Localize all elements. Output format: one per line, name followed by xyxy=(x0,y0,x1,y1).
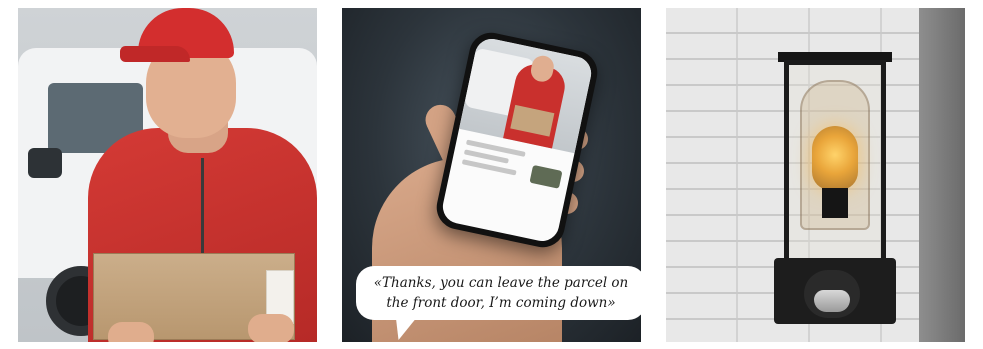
cap-bill xyxy=(120,46,190,62)
sensor-lens xyxy=(814,290,850,312)
ui-text-line xyxy=(461,159,517,176)
speech-line-1: «Thanks, you can leave the parcel on xyxy=(373,275,629,291)
ui-thumbnail xyxy=(529,164,563,189)
jacket-zipper xyxy=(201,158,204,268)
wall-lamp-photo xyxy=(666,8,965,342)
smartphone xyxy=(432,28,602,252)
light-bulb-icon xyxy=(812,126,858,190)
video-call-feed xyxy=(459,35,595,154)
delivery-person-photo xyxy=(18,8,317,342)
left-hand xyxy=(108,322,154,342)
smartphone-photo: «Thanks, you can leave the parcel on the… xyxy=(342,8,641,342)
van-mirror xyxy=(28,148,62,178)
right-hand xyxy=(248,314,294,342)
speech-bubble: «Thanks, you can leave the parcel on the… xyxy=(356,266,641,320)
speech-line-2: the front door, I’m coming down» xyxy=(386,295,616,311)
wall-edge-shadow xyxy=(919,8,965,342)
bulb-socket xyxy=(822,188,848,218)
